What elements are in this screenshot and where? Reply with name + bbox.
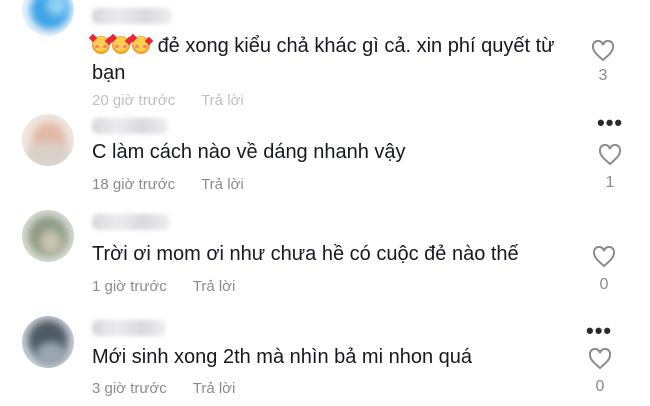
comment-meta: 3 giờ trước Trả lời — [92, 380, 235, 397]
username-blurred[interactable] — [92, 118, 168, 134]
avatar[interactable] — [22, 114, 74, 166]
reply-button[interactable]: Trả lời — [193, 380, 236, 397]
comment-text-line2: bạn — [92, 62, 126, 84]
comment-text: Mới sinh xong 2th mà nhìn bả mi nhon quá — [92, 346, 473, 368]
like-count: 0 — [595, 378, 605, 395]
like-count: 1 — [605, 174, 615, 191]
heart-outline-icon[interactable] — [588, 348, 612, 370]
reply-button[interactable]: Trả lời — [193, 278, 236, 295]
smiling-face-with-hearts-icon — [108, 33, 134, 54]
comment-item: ••• Mới sinh xong 2th mà nhìn bả mi nhon… — [0, 300, 650, 406]
smiling-face-with-hearts-icon — [88, 33, 114, 54]
comment-time: 3 giờ trước — [92, 380, 167, 397]
username-blurred[interactable] — [92, 214, 170, 230]
smiling-face-with-hearts-icon — [128, 33, 154, 54]
avatar[interactable] — [22, 0, 74, 36]
heart-outline-icon[interactable] — [591, 40, 615, 62]
avatar[interactable] — [22, 316, 74, 368]
reply-button[interactable]: Trả lời — [201, 176, 244, 193]
comment-text: Trời ơi mom ơi như chưa hề có cuộc đẻ nà… — [92, 243, 519, 265]
comment-text: đẻ xong kiểu chả khác gì cả. xin phí quy… — [88, 33, 555, 59]
comment-item: Trời ơi mom ơi như chưa hề có cuộc đẻ nà… — [0, 200, 650, 300]
heart-outline-icon[interactable] — [598, 144, 622, 166]
more-options-icon[interactable]: ••• — [597, 112, 623, 134]
heart-outline-icon[interactable] — [592, 246, 616, 268]
more-options-icon[interactable]: ••• — [586, 320, 612, 342]
comment-text: C làm cách nào về dáng nhanh vậy — [92, 141, 406, 163]
like-count: 3 — [598, 67, 608, 84]
comment-meta: 1 giờ trước Trả lời — [92, 278, 235, 295]
comment-meta: 18 giờ trước Trả lời — [92, 176, 244, 193]
username-blurred[interactable] — [92, 8, 172, 24]
avatar[interactable] — [22, 210, 74, 262]
like-count: 0 — [599, 276, 609, 293]
comment-item: đẻ xong kiểu chả khác gì cả. xin phí quy… — [0, 0, 650, 109]
comment-text-line1: đẻ xong kiểu chả khác gì cả. xin phí quy… — [157, 35, 555, 57]
username-blurred[interactable] — [92, 320, 166, 336]
comment-time: 1 giờ trước — [92, 278, 167, 295]
comment-item: ••• C làm cách nào về dáng nhanh vậy 18 … — [0, 100, 650, 200]
comment-time: 18 giờ trước — [92, 176, 176, 193]
